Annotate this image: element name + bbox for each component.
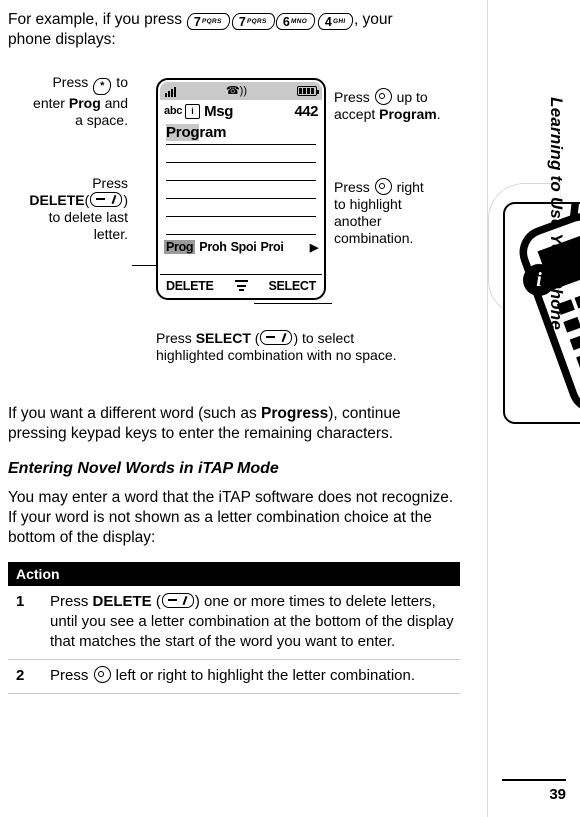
- page-number-rule: [502, 779, 566, 781]
- callout-press-delete: Press DELETE() to delete last letter.: [29, 175, 128, 242]
- softkey-left-label[interactable]: DELETE: [166, 279, 214, 293]
- softkey-right-label[interactable]: SELECT: [268, 279, 316, 293]
- phone-illustration-icon: [503, 202, 580, 424]
- itap-icon: i: [185, 103, 201, 119]
- choice-item-1[interactable]: Proh: [199, 240, 227, 254]
- keypad-key-7b: 7PQRS: [230, 13, 276, 30]
- action-table: Action 1 Press DELETE () one or more tim…: [8, 562, 460, 694]
- table-row: 2 Press left or right to highlight the l…: [8, 659, 460, 694]
- letter-combination-choices: Prog Proh Spoi Proi ▶: [164, 240, 318, 254]
- connector-delete: [132, 265, 158, 266]
- callout-select-label: SELECT: [195, 330, 251, 346]
- step-text-2: Press left or right to highlight the let…: [44, 659, 460, 694]
- status-bar: ☎)): [160, 82, 322, 100]
- callout-press-select: Press SELECT () to select highlighted co…: [156, 330, 397, 363]
- callout-prog-bold: Prog: [68, 95, 101, 111]
- intro-line-2: phone displays:: [8, 31, 116, 48]
- paragraph-different-word: If you want a different word (such as Pr…: [8, 405, 401, 442]
- message-text-area: Program: [166, 124, 316, 235]
- softkey-icon-left: [90, 192, 123, 207]
- softkey-icon-right: [260, 330, 293, 345]
- ringer-icon: ☎)): [225, 84, 248, 97]
- message-title: Msg: [204, 102, 234, 120]
- table-row: 1 Press DELETE () one or more times to d…: [8, 586, 460, 660]
- section-heading: Entering Novel Words in iTAP Mode: [8, 460, 279, 477]
- progress-bold: Progress: [261, 405, 329, 422]
- soft-key-bar: DELETE SELECT: [160, 274, 322, 296]
- signal-strength-icon: [165, 86, 176, 97]
- text-line-5: [166, 199, 316, 217]
- callout-highlight-another: Press right to highlight another combina…: [334, 178, 424, 246]
- character-count: 442: [294, 102, 318, 120]
- battery-icon: [297, 86, 319, 96]
- keypad-key-4: 4GHI: [316, 13, 355, 30]
- keypad-key-6: 6MNO: [275, 13, 317, 30]
- nav-key-icon-up: [374, 88, 392, 105]
- table-header-action: Action: [8, 562, 460, 586]
- text-line-6: [166, 217, 316, 235]
- step-number-1: 1: [8, 586, 44, 660]
- input-mode-indicator: abc: [164, 105, 183, 117]
- step1-delete-label: DELETE: [92, 593, 152, 610]
- callout-program-bold: Program: [379, 106, 437, 122]
- choice-item-0[interactable]: Prog: [164, 240, 196, 254]
- softkey-icon-step1: [161, 593, 194, 608]
- lower-content: If you want a different word (such as Pr…: [8, 404, 460, 694]
- text-line-1: Program: [166, 124, 316, 145]
- message-header-row: abc i Msg 442: [160, 100, 322, 122]
- table-header-row: Action: [8, 562, 460, 586]
- keypad-key-7a: 7PQRS: [186, 13, 232, 30]
- text-line-2: [166, 145, 316, 163]
- text-line-3: [166, 163, 316, 181]
- running-head-title: Learning to Use Your Phone: [547, 97, 566, 330]
- nav-key-icon-right: [374, 178, 392, 195]
- callout-accept-program: Press up to accept Program.: [334, 88, 441, 122]
- intro-text-after: , your: [353, 11, 393, 28]
- callout-press-star: Press * to enter Prog and a space.: [33, 74, 128, 128]
- step-number-2: 2: [8, 659, 44, 694]
- nav-key-icon-step2: [93, 666, 111, 683]
- choice-item-3[interactable]: Proi: [260, 240, 283, 254]
- callout-delete-label: DELETE: [29, 192, 85, 208]
- word-selected-part: Prog: [166, 124, 200, 141]
- choices-more-arrow-icon: ▶: [309, 241, 318, 254]
- current-word: Program: [166, 124, 226, 141]
- connector-bottom: [254, 303, 332, 304]
- menu-key-icon[interactable]: [234, 280, 248, 291]
- figure-display-example: Press * to enter Prog and a space. Press…: [4, 60, 472, 380]
- intro-text-before: For example, if you press: [8, 11, 187, 28]
- page-number: 39: [549, 786, 566, 803]
- page-side-rail: i Learning to Use Your Phone 39: [487, 0, 580, 817]
- paragraph-novel-words: You may enter a word that the iTAP softw…: [8, 489, 454, 546]
- step-text-1: Press DELETE () one or more times to del…: [44, 586, 460, 660]
- word-remaining-part: ram: [199, 124, 227, 141]
- phone-display: ☎)) abc i Msg 442 Program Prog Proh Spoi…: [156, 78, 326, 300]
- text-line-4: [166, 181, 316, 199]
- choice-item-2[interactable]: Spoi: [231, 240, 257, 254]
- intro-paragraph: For example, if you press 7PQRS 7PQRS 6MNO…: [8, 10, 458, 50]
- intro-line-1: For example, if you press 7PQRS 7PQRS 6MNO…: [8, 10, 458, 30]
- star-key-icon: *: [91, 78, 113, 95]
